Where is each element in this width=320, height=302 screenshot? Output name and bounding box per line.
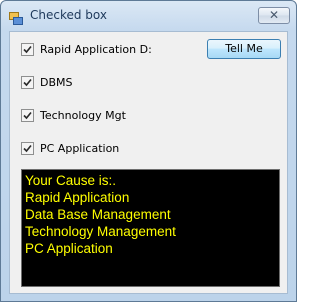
- checkbox-pc-application[interactable]: PC Application: [21, 140, 119, 156]
- output-line: Technology Management: [25, 224, 176, 239]
- checkbox-box[interactable]: [21, 42, 34, 56]
- checkbox-label: PC Application: [40, 141, 120, 155]
- checkbox-rapid-application[interactable]: Rapid Application D:: [21, 41, 152, 57]
- checkmark-icon: [23, 78, 32, 86]
- checkbox-label: DBMS: [40, 75, 73, 89]
- checkmark-icon: [23, 111, 32, 119]
- checkbox-dbms[interactable]: DBMS: [21, 74, 73, 90]
- checkbox-technology-mgt[interactable]: Technology Mgt: [21, 107, 126, 123]
- close-icon: ✕: [268, 8, 280, 22]
- form-client-area: Rapid Application D: DBMS Technology Mgt: [9, 31, 288, 294]
- app-window: Checked box ✕ Rapid Application D: DBMS: [0, 0, 297, 302]
- output-line: Your Cause is:.: [25, 173, 117, 188]
- tell-me-button[interactable]: Tell Me: [207, 39, 281, 59]
- checkbox-box[interactable]: [21, 141, 34, 155]
- checkmark-icon: [23, 45, 32, 53]
- windows-form-icon: [9, 10, 23, 25]
- close-button[interactable]: ✕: [258, 7, 290, 24]
- output-line: Rapid Application: [25, 190, 130, 205]
- checkbox-box[interactable]: [21, 75, 34, 89]
- checkbox-box[interactable]: [21, 108, 34, 122]
- checkbox-label: Technology Mgt: [40, 108, 126, 122]
- title-bar[interactable]: Checked box ✕: [1, 1, 296, 31]
- checkmark-icon: [23, 144, 32, 152]
- checkbox-label: Rapid Application D:: [40, 42, 152, 56]
- window-title: Checked box: [30, 8, 107, 22]
- output-textbox[interactable]: Your Cause is:. Rapid Application Data B…: [21, 169, 280, 287]
- output-line: Data Base Management: [25, 207, 171, 222]
- output-line: PC Application: [25, 241, 113, 256]
